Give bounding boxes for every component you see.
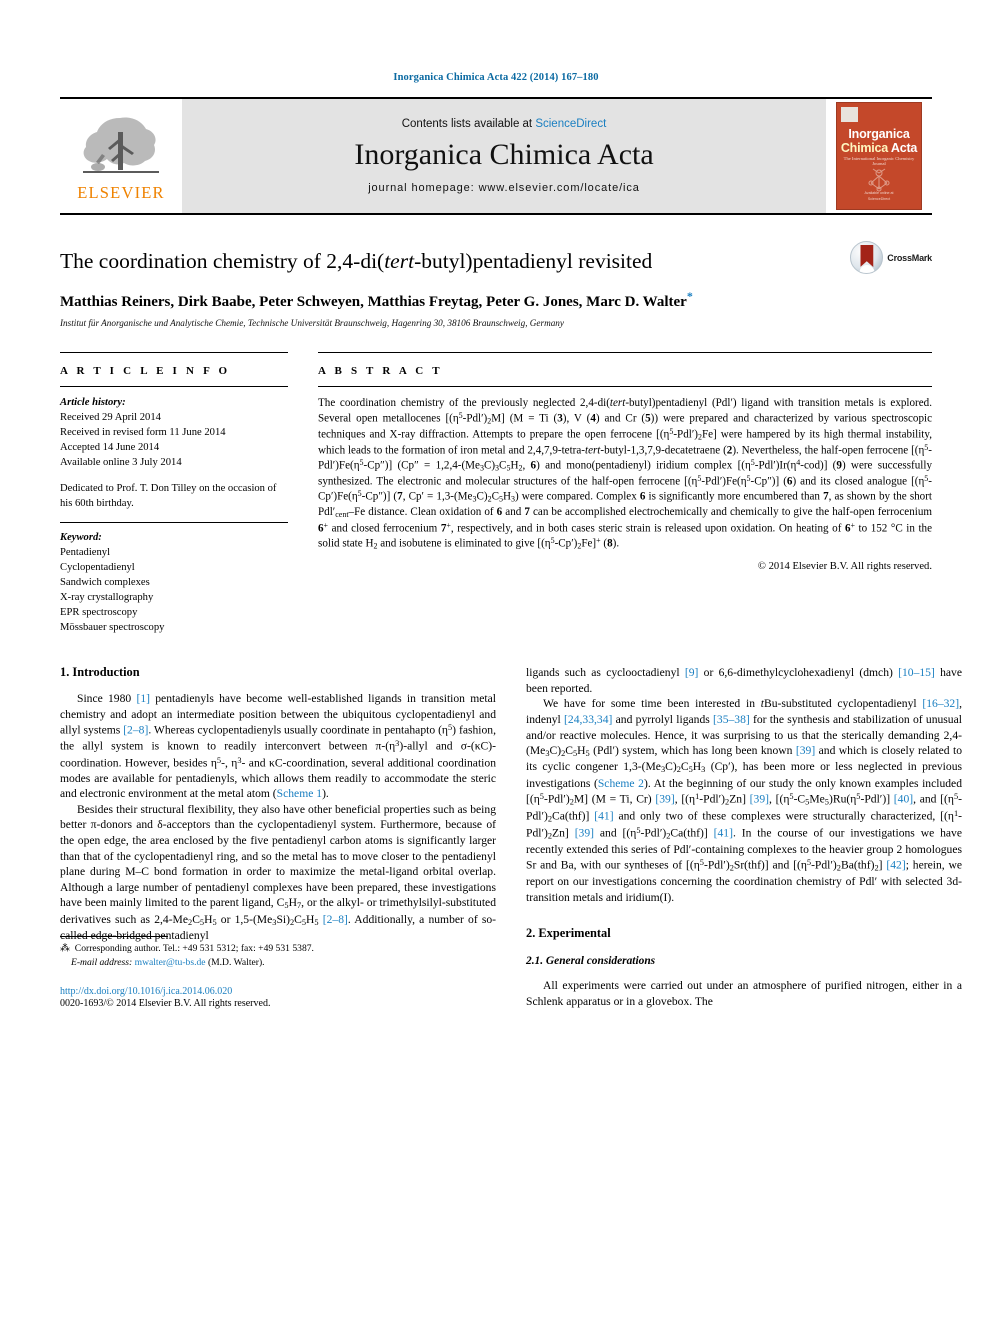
abstract-column: A B S T R A C T The coordination chemist… xyxy=(318,351,933,635)
history-label: Article history: xyxy=(60,396,126,408)
cover-publisher-mark xyxy=(841,107,858,122)
keyword-4: EPR spectroscopy xyxy=(60,607,138,619)
contents-prefix: Contents lists available at xyxy=(401,118,536,130)
keyword-1: Cyclopentadienyl xyxy=(60,562,135,574)
email-label: E-mail address: xyxy=(71,956,133,968)
masthead-center: Contents lists available at ScienceDirec… xyxy=(182,99,826,213)
keywords-rule: Keyword: Pentadienyl Cyclopentadienyl Sa… xyxy=(60,522,288,635)
history-item-0: Received 29 April 2014 xyxy=(60,411,161,423)
title-part-2: -butyl)pentadienyl revisited xyxy=(414,249,653,273)
crossmark-icon xyxy=(850,241,884,274)
journal-title: Inorganica Chimica Acta xyxy=(354,138,654,171)
info-abstract-row: A R T I C L E I N F O Article history: R… xyxy=(60,351,933,635)
article-info-heading: A R T I C L E I N F O xyxy=(60,351,288,377)
history-item-3: Available online 3 July 2014 xyxy=(60,456,182,468)
contents-line: Contents lists available at ScienceDirec… xyxy=(402,118,607,130)
paragraph-intro-1: Since 1980 [1] pentadienyls have become … xyxy=(60,692,496,801)
body-column-left: 1. Introduction Since 1980 [1] pentadien… xyxy=(60,665,496,1009)
history-item-2: Accepted 14 June 2014 xyxy=(60,441,160,453)
section-heading-introduction: 1. Introduction xyxy=(60,665,140,680)
paragraph-intro-3: ligands such as cyclooctadienyl [9] or 6… xyxy=(526,666,962,695)
journal-homepage[interactable]: journal homepage: www.elsevier.com/locat… xyxy=(368,182,640,194)
journal-cover-thumbnail: Inorganica Chimica Acta The Internationa… xyxy=(826,99,932,213)
section-heading-experimental: 2. Experimental xyxy=(526,926,611,941)
paragraph-intro-4: We have for some time been interested in… xyxy=(526,697,963,904)
footnote-rule xyxy=(60,935,168,937)
corresponding-author-marker: * xyxy=(686,288,693,303)
email-suffix: (M.D. Walter). xyxy=(207,956,265,968)
elsevier-wordmark: ELSEVIER xyxy=(77,182,165,202)
author-names: Matthias Reiners, Dirk Baabe, Peter Schw… xyxy=(60,293,687,310)
paragraph-experimental-1: All experiments were carried out under a… xyxy=(526,979,962,1008)
cover-title-line1: Inorganica xyxy=(848,127,910,141)
affiliation: Institut für Anorganische und Analytisch… xyxy=(60,317,564,328)
paragraph-intro-2: Besides their structural flexibility, th… xyxy=(60,802,496,942)
title-italic-tert: tert xyxy=(384,249,415,273)
keyword-2: Sandwich complexes xyxy=(60,577,150,589)
corresponding-author-text: Corresponding author. Tel.: +49 531 5312… xyxy=(74,942,314,954)
elsevier-tree-icon xyxy=(83,116,159,173)
crossmark-badge[interactable]: CrossMark xyxy=(850,241,932,274)
elsevier-logo: ELSEVIER xyxy=(60,99,182,213)
title-block: The coordination chemistry of 2,4-di(ter… xyxy=(60,241,932,328)
doi-link[interactable]: http://dx.doi.org/10.1016/j.ica.2014.06.… xyxy=(60,986,496,997)
cover-title-acta: Acta xyxy=(890,141,918,155)
cover-footer: Available online at ScienceDirect xyxy=(864,191,894,201)
doi-block: http://dx.doi.org/10.1016/j.ica.2014.06.… xyxy=(60,986,496,1009)
article-page: Inorganica Chimica Acta 422 (2014) 167–1… xyxy=(0,0,992,1323)
abstract-text: The coordination chemistry of the previo… xyxy=(318,396,933,551)
article-info-rule xyxy=(60,385,288,387)
email-link[interactable]: mwalter@tu-bs.de xyxy=(135,957,206,968)
abstract-copyright: © 2014 Elsevier B.V. All rights reserved… xyxy=(757,561,932,573)
sciencedirect-link[interactable]: ScienceDirect xyxy=(535,118,606,130)
title-part-1: The coordination chemistry of 2,4-di( xyxy=(60,249,385,273)
cover-title-chimica: Chimica xyxy=(840,141,889,155)
author-list: Matthias Reiners, Dirk Baabe, Peter Schw… xyxy=(60,289,822,311)
dedication: Dedicated to Prof. T. Don Tilley on the … xyxy=(60,482,277,509)
footnote-block: ⁂ Corresponding author. Tel.: +49 531 53… xyxy=(60,935,496,1009)
keyword-5: Mössbauer spectroscopy xyxy=(60,622,165,634)
cover-title-line2: Chimica Acta xyxy=(837,141,921,155)
abstract-heading: A B S T R A C T xyxy=(318,351,932,377)
crossmark-label: CrossMark xyxy=(887,252,932,263)
article-info-body: Article history: Received 29 April 2014 … xyxy=(60,395,288,635)
keywords-label: Keyword: xyxy=(60,532,102,544)
history-item-1: Received in revised form 11 June 2014 xyxy=(60,426,226,438)
subsection-heading-general: 2.1. General considerations xyxy=(526,955,656,968)
running-head: Inorganica Chimica Acta 422 (2014) 167–1… xyxy=(393,72,599,83)
keyword-0: Pentadienyl xyxy=(60,547,111,559)
abstract-rule xyxy=(318,385,932,387)
article-info-column: A R T I C L E I N F O Article history: R… xyxy=(60,351,288,635)
body-column-right: ligands such as cyclooctadienyl [9] or 6… xyxy=(526,665,962,1009)
issn-copyright: 0020-1693/© 2014 Elsevier B.V. All right… xyxy=(60,998,271,1010)
page-title: The coordination chemistry of 2,4-di(ter… xyxy=(60,249,822,275)
journal-masthead: ELSEVIER Contents lists available at Sci… xyxy=(60,97,932,215)
corresponding-author-footnote: ⁂ Corresponding author. Tel.: +49 531 53… xyxy=(60,942,314,968)
cover-image: Inorganica Chimica Acta The Internationa… xyxy=(836,102,922,210)
body-columns: 1. Introduction Since 1980 [1] pentadien… xyxy=(60,665,962,1009)
keyword-3: X-ray crystallography xyxy=(60,592,154,604)
